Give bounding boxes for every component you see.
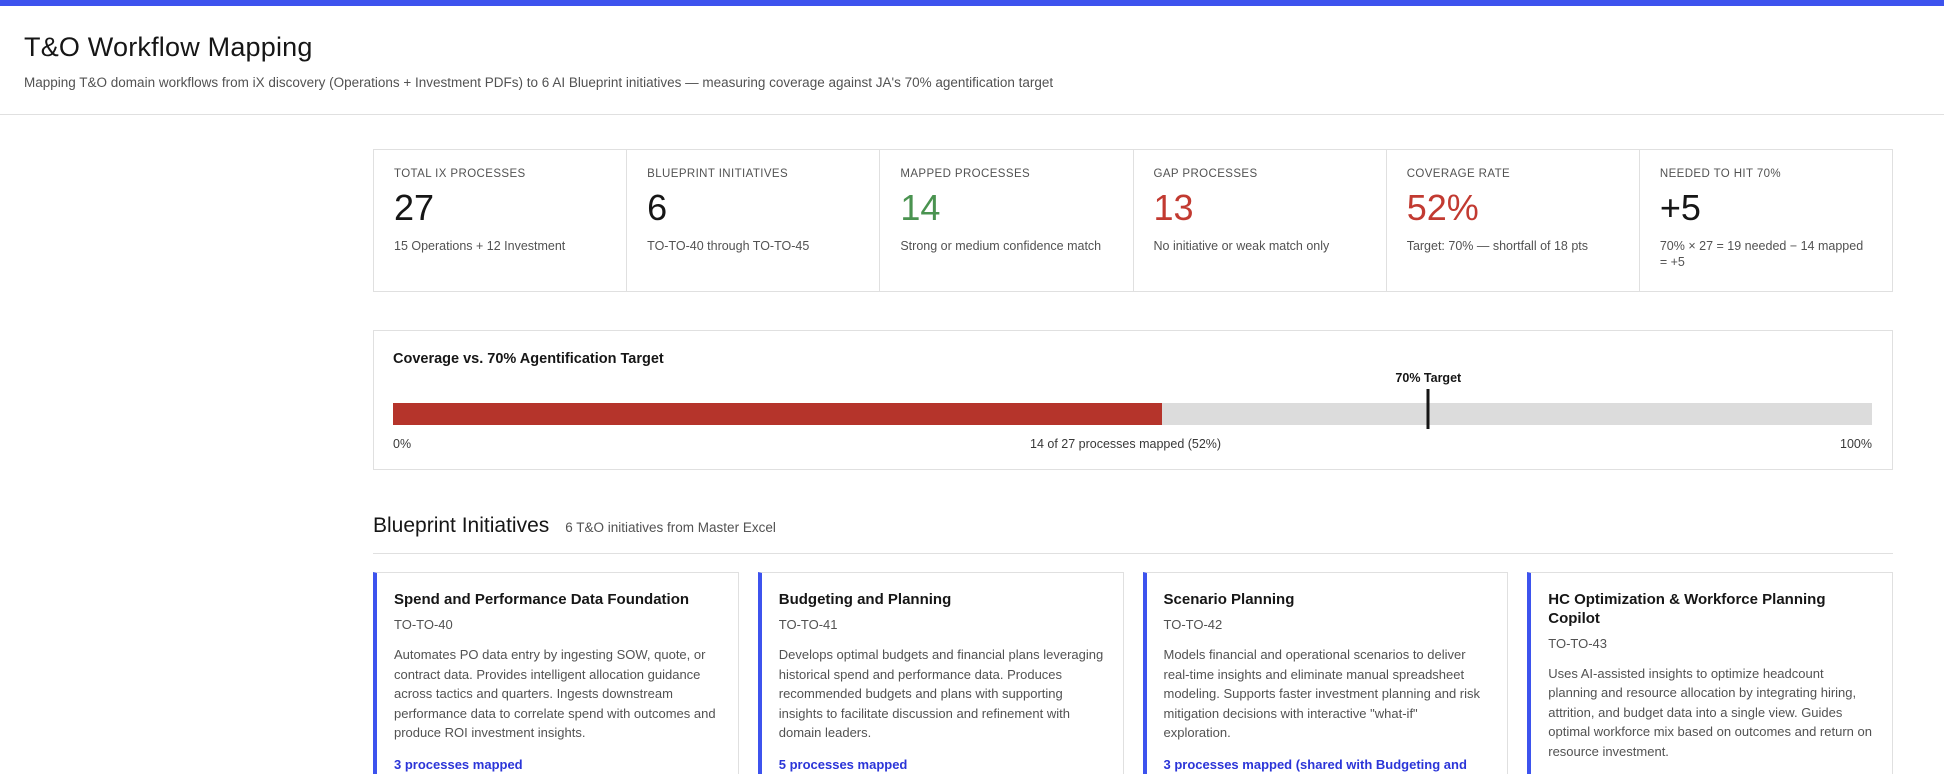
initiative-title: Budgeting and Planning bbox=[778, 591, 952, 609]
stat-card-gap-processes: GAP PROCESSES 13 No initiative or weak m… bbox=[1132, 150, 1386, 292]
coverage-bar-fill bbox=[393, 403, 1163, 426]
initiative-code: TO-TO-43 bbox=[1548, 635, 1608, 651]
scale-center-label: 14 of 27 processes mapped (52%) bbox=[1030, 437, 1222, 452]
target-label: 70% Target bbox=[1395, 371, 1462, 386]
initiative-card-budgeting-and-planning: Budgeting and Planning TO-TO-41 Develops… bbox=[757, 572, 1124, 774]
stat-sub: 70% × 27 = 19 needed − 14 mapped = +5 bbox=[1659, 238, 1864, 270]
scale-max-label: 100% bbox=[1840, 437, 1872, 452]
coverage-title: Coverage vs. 70% Agentification Target bbox=[393, 351, 664, 368]
initiative-card-hc-optimization: HC Optimization & Workforce Planning Cop… bbox=[1527, 572, 1893, 774]
page-header: T&O Workflow Mapping Mapping T&O domain … bbox=[0, 6, 1944, 115]
stat-label: NEEDED TO HIT 70% bbox=[1659, 168, 1782, 180]
stat-sub: TO-TO-40 through TO-TO-45 bbox=[647, 238, 810, 253]
initiatives-grid: Spend and Performance Data Foundation TO… bbox=[373, 572, 1893, 774]
processes-mapped-link[interactable]: 5 processes mapped bbox=[779, 757, 1104, 772]
initiative-card-scenario-planning: Scenario Planning TO-TO-42 Models financ… bbox=[1142, 572, 1509, 774]
stats-row: TOTAL IX PROCESSES 27 15 Operations + 12… bbox=[373, 149, 1893, 293]
coverage-scale: 0% 14 of 27 processes mapped (52%) 100% bbox=[393, 437, 1872, 451]
stat-label: COVERAGE RATE bbox=[1406, 168, 1511, 180]
scale-min-label: 0% bbox=[393, 437, 412, 452]
stat-label: TOTAL IX PROCESSES bbox=[394, 168, 526, 180]
initiative-description: Develops optimal budgets and financial p… bbox=[778, 647, 1104, 741]
initiatives-section-title: Blueprint Initiatives bbox=[373, 514, 550, 538]
stat-sub: Strong or medium confidence match bbox=[900, 238, 1102, 253]
initiative-description: Models financial and operational scenari… bbox=[1163, 647, 1481, 741]
initiative-title: HC Optimization & Workforce Planning Cop… bbox=[1548, 591, 1826, 628]
initiative-code: TO-TO-40 bbox=[394, 617, 453, 633]
processes-mapped-link[interactable]: 3 processes mapped (shared with Budgetin… bbox=[1164, 757, 1489, 774]
initiative-code: TO-TO-41 bbox=[778, 617, 838, 633]
stat-sub: 15 Operations + 12 Investment bbox=[394, 238, 566, 253]
initiatives-section-header: Blueprint Initiatives 6 T&O initiatives … bbox=[373, 514, 1893, 555]
stat-card-total-ix-processes: TOTAL IX PROCESSES 27 15 Operations + 12… bbox=[374, 150, 626, 291]
stat-card-coverage-rate: COVERAGE RATE 52% Target: 70% — shortfal… bbox=[1385, 150, 1639, 292]
initiative-title: Scenario Planning bbox=[1163, 591, 1295, 609]
stat-value: +5 bbox=[1659, 187, 1701, 228]
stat-card-mapped-processes: MAPPED PROCESSES 14 Strong or medium con… bbox=[879, 150, 1132, 292]
stat-label: BLUEPRINT INITIATIVES bbox=[647, 168, 789, 180]
stat-value: 52% bbox=[1406, 187, 1479, 228]
stat-card-needed-to-hit-target: NEEDED TO HIT 70% +5 70% × 27 = 19 neede… bbox=[1638, 150, 1892, 292]
main-content: TOTAL IX PROCESSES 27 15 Operations + 12… bbox=[373, 149, 1893, 774]
initiative-description: Automates PO data entry by ingesting SOW… bbox=[394, 647, 716, 741]
coverage-card: Coverage vs. 70% Agentification Target 7… bbox=[373, 330, 1893, 471]
stat-label: GAP PROCESSES bbox=[1153, 168, 1258, 180]
processes-mapped-link[interactable]: 3 processes mapped bbox=[394, 757, 719, 772]
initiative-code: TO-TO-42 bbox=[1163, 617, 1223, 633]
stat-sub: No initiative or weak match only bbox=[1153, 238, 1330, 253]
stat-value: 27 bbox=[394, 187, 435, 228]
page-title: T&O Workflow Mapping bbox=[24, 32, 313, 62]
initiative-card-spend-and-performance: Spend and Performance Data Foundation TO… bbox=[373, 572, 739, 774]
initiative-description: Uses AI-assisted insights to optimize he… bbox=[1548, 665, 1872, 759]
stat-label: MAPPED PROCESSES bbox=[900, 168, 1031, 180]
initiative-title: Spend and Performance Data Foundation bbox=[394, 591, 690, 609]
stat-sub: Target: 70% — shortfall of 18 pts bbox=[1406, 238, 1589, 253]
stat-value: 6 bbox=[647, 187, 668, 228]
target-marker bbox=[1426, 389, 1430, 430]
stat-value: 13 bbox=[1153, 187, 1194, 228]
stat-value: 14 bbox=[900, 187, 941, 228]
initiatives-section-subtitle: 6 T&O initiatives from Master Excel bbox=[565, 520, 776, 536]
page-subtitle: Mapping T&O domain workflows from iX dis… bbox=[24, 75, 1054, 90]
coverage-bar-track: 70% Target bbox=[393, 371, 1872, 430]
stat-card-blueprint-initiatives: BLUEPRINT INITIATIVES 6 TO-TO-40 through… bbox=[626, 150, 879, 292]
